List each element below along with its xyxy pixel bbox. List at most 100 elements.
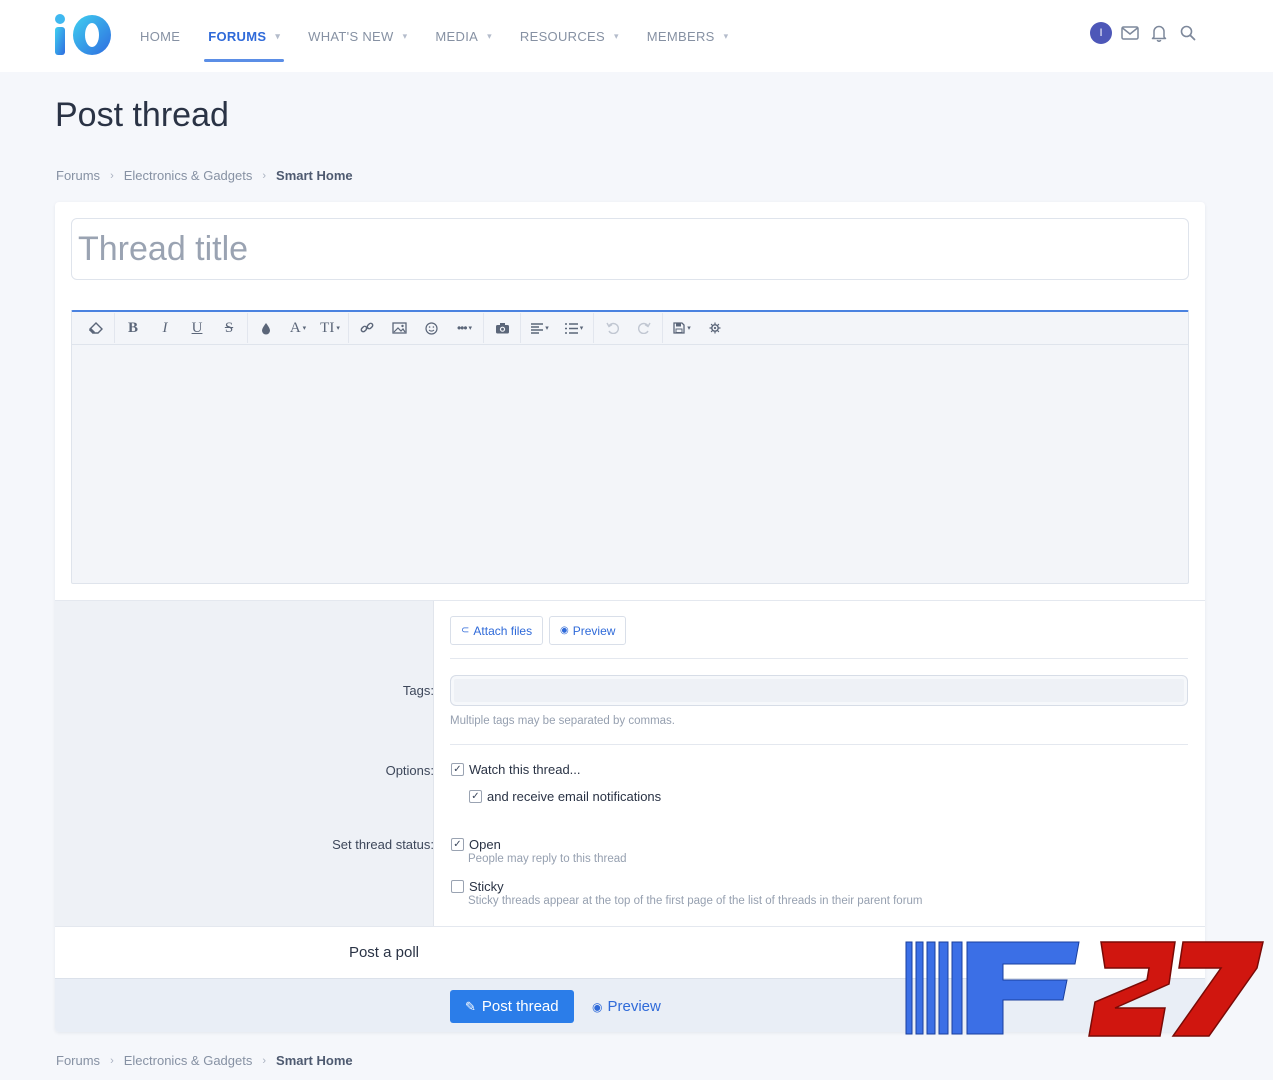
f27-watermark-logo — [905, 941, 1264, 1037]
list-icon[interactable]: ▾ — [557, 313, 591, 343]
breadcrumb-current[interactable]: Smart Home — [276, 168, 353, 183]
user-menu: I — [1083, 22, 1199, 44]
breadcrumb: Forums › Electronics & Gadgets › Smart H… — [56, 168, 353, 183]
toolbar-divider — [593, 313, 594, 343]
chevron-down-icon[interactable]: ▾ — [487, 31, 492, 42]
text-color-icon[interactable] — [250, 313, 282, 343]
chevron-down-icon[interactable]: ▾ — [275, 31, 280, 42]
nav-media-label: MEDIA — [435, 28, 479, 44]
chevron-right-icon: › — [262, 169, 267, 182]
envelope-icon[interactable] — [1119, 22, 1141, 44]
settings-icon[interactable] — [699, 313, 731, 343]
bold-icon[interactable]: B — [117, 313, 149, 343]
search-icon[interactable] — [1177, 22, 1199, 44]
thread-title-input[interactable] — [71, 218, 1189, 280]
breadcrumb-forums[interactable]: Forums — [56, 1053, 100, 1068]
nav-whats-new[interactable]: WHAT'S NEW ▾ — [308, 0, 407, 72]
sticky-checkbox[interactable]: Sticky — [451, 879, 504, 894]
breadcrumb-bottom: Forums › Electronics & Gadgets › Smart H… — [56, 1053, 353, 1068]
divider — [450, 744, 1188, 745]
nav-members[interactable]: MEMBERS ▾ — [647, 0, 729, 72]
breadcrumb-electronics[interactable]: Electronics & Gadgets — [124, 1053, 253, 1068]
post-poll-toggle[interactable]: Post a poll — [349, 944, 419, 961]
image-icon[interactable] — [383, 313, 415, 343]
checkbox-checked-icon: ✓ — [451, 763, 464, 776]
breadcrumb-current[interactable]: Smart Home — [276, 1053, 353, 1068]
toolbar-divider — [520, 313, 521, 343]
strikethrough-icon[interactable]: S — [213, 313, 245, 343]
bell-icon[interactable] — [1148, 22, 1170, 44]
editor-toolbar: B I U S A ▾ TI ▾ ••• ▾ ▾ ▾ ▾ — [72, 312, 1188, 345]
font-size-icon[interactable]: TI ▾ — [314, 313, 346, 343]
font-family-icon[interactable]: A ▾ — [282, 313, 314, 343]
post-thread-button[interactable]: ✎ Post thread — [450, 990, 574, 1023]
checkbox-unchecked-icon — [451, 880, 464, 893]
watch-thread-label: Watch this thread... — [469, 762, 581, 777]
page-title: Post thread — [55, 96, 229, 134]
toolbar-divider — [247, 313, 248, 343]
email-notifications-label: and receive email notifications — [487, 789, 662, 804]
toolbar-divider — [114, 313, 115, 343]
watch-thread-checkbox[interactable]: ✓ Watch this thread... — [451, 762, 581, 777]
editor-body[interactable] — [72, 345, 1188, 583]
post-thread-form: B I U S A▾ TI▾ •••▾ — [55, 202, 1205, 1032]
chevron-down-icon[interactable]: ▾ — [724, 31, 729, 42]
preview-submit-label: Preview — [607, 998, 661, 1015]
checkbox-checked-icon: ✓ — [469, 790, 482, 803]
sticky-label: Sticky — [469, 879, 504, 894]
smiley-icon[interactable] — [415, 313, 447, 343]
nav-resources[interactable]: RESOURCES ▾ — [520, 0, 619, 72]
sticky-hint: Sticky threads appear at the top of the … — [468, 895, 923, 907]
avatar-button[interactable]: I — [1090, 22, 1112, 44]
media-icon[interactable] — [486, 313, 518, 343]
toolbar-divider — [662, 313, 663, 343]
chevron-right-icon: › — [262, 1054, 267, 1067]
open-checkbox[interactable]: ✓ Open — [451, 837, 501, 852]
tags-hint: Multiple tags may be separated by commas… — [450, 715, 675, 727]
eye-icon: ◉ — [560, 625, 569, 636]
nav-home-label: HOME — [140, 28, 181, 44]
breadcrumb-electronics[interactable]: Electronics & Gadgets — [124, 168, 253, 183]
undo-icon[interactable] — [596, 313, 628, 343]
breadcrumb-forums[interactable]: Forums — [56, 168, 100, 183]
chevron-right-icon: › — [110, 1054, 114, 1067]
chevron-down-icon[interactable]: ▾ — [403, 31, 408, 42]
attach-files-button[interactable]: ⊂ Attach files — [450, 616, 544, 645]
eye-icon: ◉ — [592, 999, 603, 1014]
attach-files-label: Attach files — [473, 623, 533, 638]
nav-resources-label: RESOURCES — [519, 28, 605, 44]
checkbox-checked-icon: ✓ — [451, 838, 464, 851]
toolbar-divider — [483, 313, 484, 343]
eraser-icon[interactable] — [80, 313, 112, 343]
thread-status-label: Set thread status: — [332, 837, 434, 852]
preview-button[interactable]: ◉ Preview — [549, 616, 627, 645]
underline-icon[interactable]: U — [181, 313, 213, 343]
site-logo[interactable] — [54, 13, 114, 57]
drafts-icon[interactable]: ▾ — [665, 313, 699, 343]
redo-icon[interactable] — [628, 313, 660, 343]
main-nav: HOME FORUMS ▾ WHAT'S NEW ▾ MEDIA ▾ RESOU… — [140, 0, 756, 72]
post-thread-label: Post thread — [481, 998, 559, 1015]
divider — [450, 658, 1188, 659]
tags-label: Tags: — [402, 683, 434, 698]
nav-home[interactable]: HOME — [140, 0, 180, 72]
chevron-down-icon[interactable]: ▾ — [614, 31, 619, 42]
form-options-area — [55, 600, 1205, 927]
nav-media[interactable]: MEDIA ▾ — [435, 0, 492, 72]
preview-submit-button[interactable]: ◉ Preview — [592, 990, 661, 1023]
more-icon[interactable]: ••• ▾ — [447, 313, 481, 343]
open-label: Open — [469, 837, 501, 852]
tags-input[interactable] — [450, 675, 1188, 706]
nav-forums[interactable]: FORUMS ▾ — [204, 0, 285, 72]
rich-text-editor[interactable]: B I U S A ▾ TI ▾ ••• ▾ ▾ ▾ ▾ — [71, 310, 1189, 584]
nav-forums-label: FORUMS — [208, 28, 267, 44]
align-icon[interactable]: ▾ — [523, 313, 557, 343]
open-hint: People may reply to this thread — [468, 853, 627, 865]
form-label-column — [55, 601, 434, 927]
preview-label: Preview — [572, 623, 616, 638]
link-icon[interactable] — [351, 313, 383, 343]
chevron-right-icon: › — [110, 169, 114, 182]
email-notifications-checkbox[interactable]: ✓ and receive email notifications — [469, 789, 661, 804]
italic-icon[interactable]: I — [149, 313, 181, 343]
paperclip-icon: ⊂ — [461, 625, 470, 636]
